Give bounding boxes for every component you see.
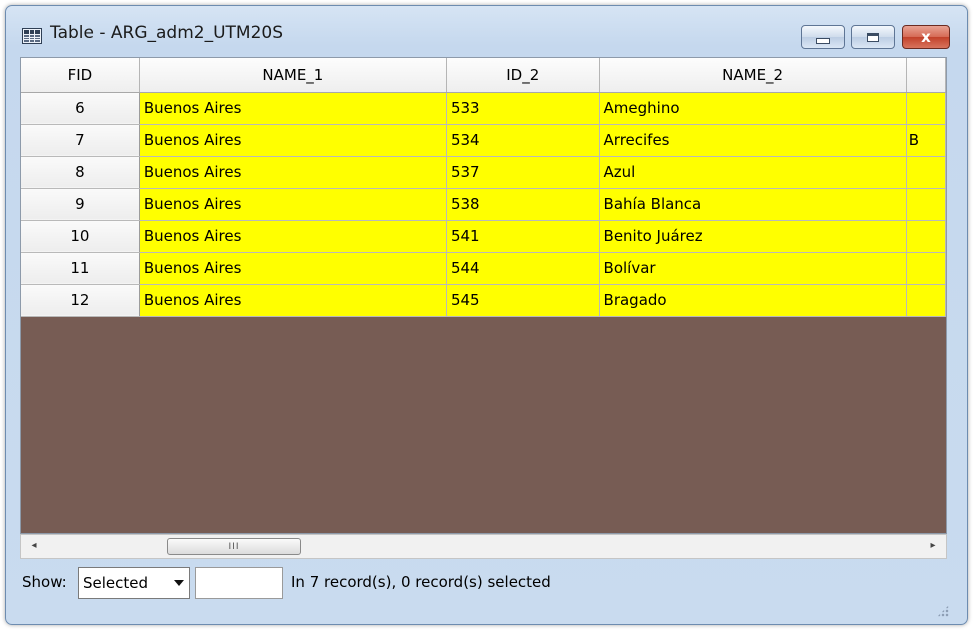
close-button[interactable]: x [902,25,950,49]
cell-name-2[interactable]: Bolívar [599,252,907,285]
cell-name-1[interactable]: Buenos Aires [139,188,447,221]
show-filter-value: Selected [83,574,149,592]
cell-id-2[interactable]: 541 [446,220,600,253]
cell-name-2[interactable]: Ameghino [599,92,907,125]
cell-partial[interactable] [906,220,946,253]
row-fid[interactable]: 12 [21,284,140,317]
table-row[interactable]: 9 Buenos Aires 538 Bahía Blanca [21,188,946,221]
row-fid[interactable]: 6 [21,92,140,125]
column-header-fid[interactable]: FID [21,58,140,93]
cell-name-2[interactable]: Arrecifes [599,124,907,157]
cell-partial[interactable] [906,92,946,125]
status-bar: Show: Selected In 7 record(s), 0 record(… [20,564,947,604]
table-row[interactable]: 12 Buenos Aires 545 Bragado [21,284,946,317]
cell-id-2[interactable]: 538 [446,188,600,221]
cell-id-2[interactable]: 534 [446,124,600,157]
cell-name-1[interactable]: Buenos Aires [139,124,447,157]
show-filter-dropdown[interactable]: Selected [78,567,190,599]
attribute-table: FID NAME_1 ID_2 NAME_2 6 Buenos Aires 533 A… [21,58,946,317]
cell-id-2[interactable]: 545 [446,284,600,317]
table-row[interactable]: 7 Buenos Aires 534 Arrecifes B [21,124,946,157]
column-header-id-2[interactable]: ID_2 [446,58,600,93]
column-header-name-1[interactable]: NAME_1 [139,58,447,93]
cell-id-2[interactable]: 533 [446,92,600,125]
scrollbar-thumb[interactable]: III [167,538,301,555]
row-fid[interactable]: 10 [21,220,140,253]
row-fid[interactable]: 7 [21,124,140,157]
table-row[interactable]: 6 Buenos Aires 533 Ameghino [21,92,946,125]
close-icon: x [921,27,931,46]
column-header-partial[interactable] [906,58,946,93]
table-row[interactable]: 8 Buenos Aires 537 Azul [21,156,946,189]
row-fid[interactable]: 8 [21,156,140,189]
table-view[interactable]: FID NAME_1 ID_2 NAME_2 6 Buenos Aires 533 A… [20,57,947,534]
chevron-down-icon [174,580,184,586]
maximize-button[interactable] [851,25,895,49]
minimize-icon [816,38,830,44]
record-count-text: In 7 record(s), 0 record(s) selected [291,573,551,591]
table-icon [22,28,42,44]
cell-id-2[interactable]: 537 [446,156,600,189]
row-fid[interactable]: 9 [21,188,140,221]
cell-name-1[interactable]: Buenos Aires [139,156,447,189]
row-fid[interactable]: 11 [21,252,140,285]
column-header-name-2[interactable]: NAME_2 [599,58,907,93]
table-row[interactable]: 11 Buenos Aires 544 Bolívar [21,252,946,285]
window-title: Table - ARG_adm2_UTM20S [50,23,284,43]
cell-name-2[interactable]: Azul [599,156,907,189]
cell-name-2[interactable]: Benito Juárez [599,220,907,253]
title-bar[interactable]: Table - ARG_adm2_UTM20S x [6,6,967,56]
record-number-input[interactable] [195,567,283,599]
cell-name-2[interactable]: Bragado [599,284,907,317]
minimize-button[interactable] [801,25,845,49]
table-row[interactable]: 10 Buenos Aires 541 Benito Juárez [21,220,946,253]
show-label: Show: [22,573,67,591]
maximize-icon [867,32,879,42]
cell-name-1[interactable]: Buenos Aires [139,220,447,253]
horizontal-scrollbar[interactable]: ◂ III ▸ [20,534,947,559]
cell-partial[interactable] [906,188,946,221]
cell-name-2[interactable]: Bahía Blanca [599,188,907,221]
scroll-right-icon[interactable]: ▸ [926,539,940,553]
scroll-left-icon[interactable]: ◂ [27,539,41,553]
cell-partial[interactable]: B [906,124,946,157]
cell-id-2[interactable]: 544 [446,252,600,285]
header-row: FID NAME_1 ID_2 NAME_2 [21,58,946,93]
cell-partial[interactable] [906,284,946,317]
cell-name-1[interactable]: Buenos Aires [139,284,447,317]
cell-partial[interactable] [906,156,946,189]
cell-name-1[interactable]: Buenos Aires [139,252,447,285]
cell-name-1[interactable]: Buenos Aires [139,92,447,125]
cell-partial[interactable] [906,252,946,285]
